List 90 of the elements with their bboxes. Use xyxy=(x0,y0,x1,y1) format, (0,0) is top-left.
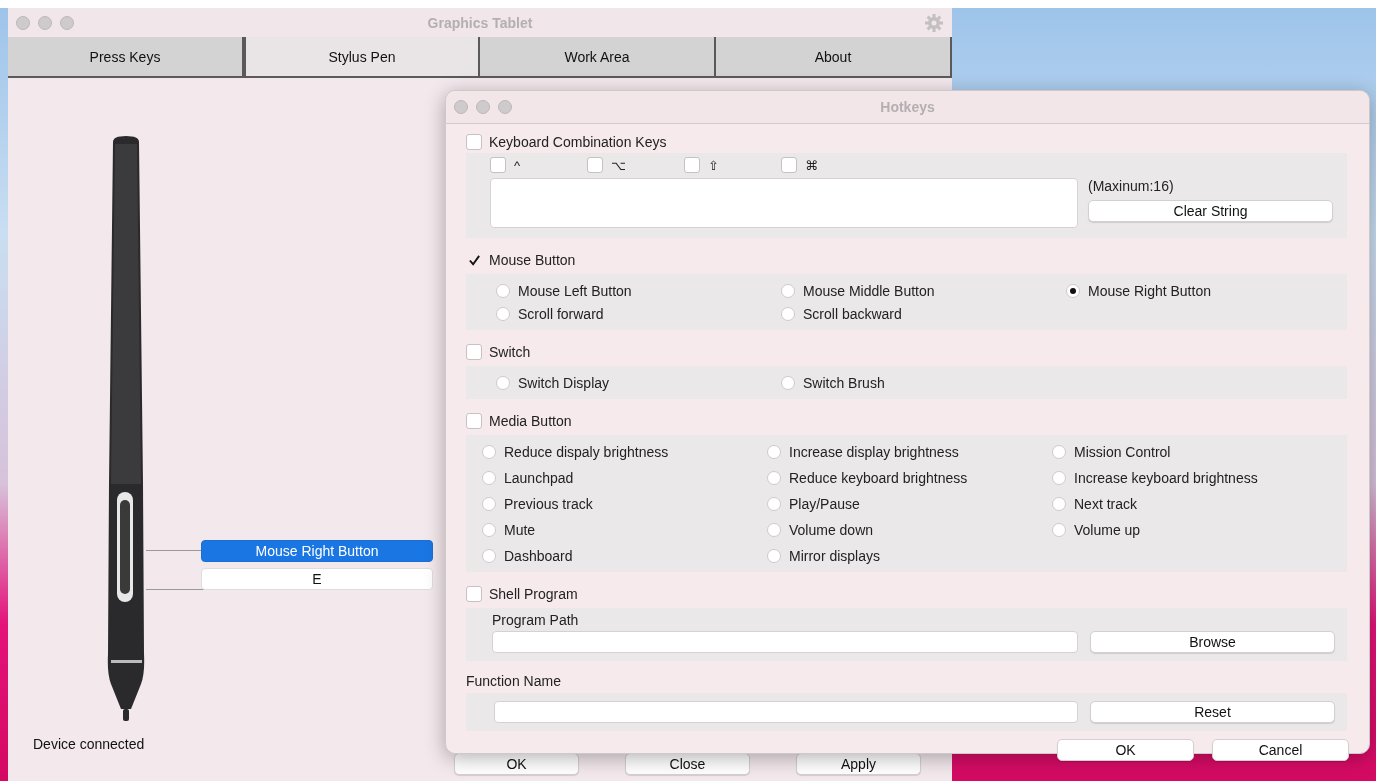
checkbox-label: Switch xyxy=(489,344,531,360)
modifier-key-label: ⇧ xyxy=(708,157,719,173)
radio-label: Previous track xyxy=(504,495,593,512)
window-button[interactable]: Close xyxy=(625,753,750,775)
radio-label: Mute xyxy=(504,521,536,538)
radio-button[interactable] xyxy=(767,496,781,511)
radio-label: Play/Pause xyxy=(789,495,860,512)
window-button[interactable]: Apply xyxy=(796,753,921,775)
radio-button[interactable] xyxy=(767,444,781,459)
radio-label: Switch Brush xyxy=(803,374,885,391)
function-name-field[interactable] xyxy=(494,701,1078,723)
window-control-icon[interactable] xyxy=(38,15,52,30)
window-title: Graphics Tablet xyxy=(427,14,533,31)
window-control-icon[interactable] xyxy=(498,100,512,114)
radio-label: Increase keyboard brightness xyxy=(1074,469,1258,486)
checkbox[interactable] xyxy=(490,157,506,173)
radio-label: Mouse Middle Button xyxy=(803,282,935,299)
tab[interactable]: Press Keys xyxy=(8,37,244,78)
status-text: Device connected xyxy=(33,736,145,752)
reset-button[interactable]: Reset xyxy=(1090,701,1335,723)
checkbox-label: Mouse Button xyxy=(489,252,576,268)
max-length-note: (Maxinum:16) xyxy=(1088,178,1175,194)
key-string-field[interactable] xyxy=(490,178,1078,228)
radio-button[interactable] xyxy=(1066,283,1080,298)
window-control-icon[interactable] xyxy=(16,15,30,30)
radio-label: Mouse Right Button xyxy=(1088,282,1211,299)
window-control-icon[interactable] xyxy=(454,100,468,114)
radio-label: Mission Control xyxy=(1074,443,1171,460)
radio-button[interactable] xyxy=(496,375,510,390)
radio-label: Next track xyxy=(1074,495,1137,512)
radio-button[interactable] xyxy=(767,470,781,485)
radio-label: Reduce dispaly brightness xyxy=(504,443,669,460)
settings-icon[interactable] xyxy=(924,12,944,33)
radio-button[interactable] xyxy=(1052,444,1066,459)
radio-button[interactable] xyxy=(482,522,496,537)
radio-button[interactable] xyxy=(767,522,781,537)
window-control-icon[interactable] xyxy=(476,100,490,114)
browse-button[interactable]: Browse xyxy=(1090,631,1335,653)
window-button[interactable]: OK xyxy=(454,753,579,775)
checkbox[interactable] xyxy=(466,344,482,360)
radio-button[interactable] xyxy=(767,548,781,563)
radio-button[interactable] xyxy=(781,306,795,321)
checkbox-label: Shell Program xyxy=(489,586,578,602)
radio-button[interactable] xyxy=(482,444,496,459)
modifier-key-label: ⌘ xyxy=(805,157,818,173)
radio-button[interactable] xyxy=(482,496,496,511)
radio-label: Increase display brightness xyxy=(789,443,959,460)
radio-label: Volume up xyxy=(1074,521,1141,538)
radio-button[interactable] xyxy=(482,470,496,485)
tab[interactable]: Stylus Pen xyxy=(244,37,480,78)
radio-button[interactable] xyxy=(781,375,795,390)
modifier-key-label: ⌥ xyxy=(611,157,626,173)
radio-button[interactable] xyxy=(482,548,496,563)
checkbox[interactable] xyxy=(466,134,482,150)
radio-label: Scroll backward xyxy=(803,305,902,322)
dialog-title: Hotkeys xyxy=(880,99,935,115)
pen-button-field[interactable]: E xyxy=(201,568,433,590)
program-path-field[interactable] xyxy=(492,631,1078,653)
clear-string-button[interactable]: Clear String xyxy=(1088,200,1333,222)
checkbox[interactable] xyxy=(466,252,482,268)
checkbox-label: Keyboard Combination Keys xyxy=(489,134,667,150)
dialog-button[interactable]: Cancel xyxy=(1212,739,1349,761)
checkbox-label: Media Button xyxy=(489,413,572,429)
checkbox[interactable] xyxy=(466,586,482,602)
radio-button[interactable] xyxy=(1052,496,1066,511)
pen-button-field[interactable]: Mouse Right Button xyxy=(201,540,433,562)
radio-label: Mirror displays xyxy=(789,547,880,564)
tab[interactable]: About xyxy=(716,37,952,78)
radio-label: Launchpad xyxy=(504,469,574,486)
radio-button[interactable] xyxy=(496,283,510,298)
checkbox[interactable] xyxy=(684,157,700,173)
radio-label: Volume down xyxy=(789,521,874,538)
radio-button[interactable] xyxy=(781,283,795,298)
radio-button[interactable] xyxy=(1052,470,1066,485)
radio-label: Mouse Left Button xyxy=(518,282,632,299)
radio-button[interactable] xyxy=(1052,522,1066,537)
field-label: Function Name xyxy=(466,673,562,689)
window-control-icon[interactable] xyxy=(60,15,74,30)
radio-label: Switch Display xyxy=(518,374,610,391)
radio-label: Reduce keyboard brightness xyxy=(789,469,968,486)
radio-button[interactable] xyxy=(496,306,510,321)
radio-label: Dashboard xyxy=(504,547,573,564)
checkbox[interactable] xyxy=(587,157,603,173)
radio-label: Scroll forward xyxy=(518,305,604,322)
checkbox[interactable] xyxy=(781,157,797,173)
dialog-button[interactable]: OK xyxy=(1057,739,1194,761)
checkbox[interactable] xyxy=(466,413,482,429)
field-label: Program Path xyxy=(492,612,580,628)
tab[interactable]: Work Area xyxy=(480,37,716,78)
modifier-key-label: ^ xyxy=(514,157,521,173)
